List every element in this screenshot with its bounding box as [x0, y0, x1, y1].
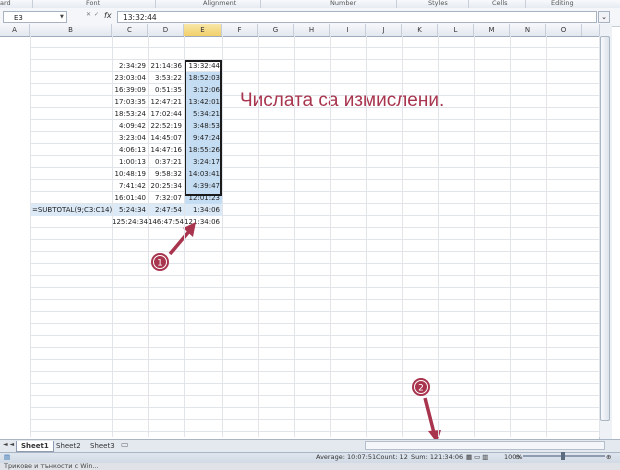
grid-line	[294, 36, 295, 437]
zoom-slider-thumb[interactable]	[561, 452, 565, 460]
status-count: Count: 12	[376, 453, 408, 461]
grid-line	[148, 36, 149, 437]
grid-line	[510, 36, 511, 437]
zoom-out-icon[interactable]: ⊖	[515, 453, 520, 461]
ready-icon: ▤	[4, 453, 11, 461]
annotation-arrows: 1 2	[151, 222, 441, 443]
marker-1-label: 1	[157, 259, 163, 269]
vertical-scroll-thumb[interactable]	[600, 36, 610, 421]
tab-sheet1[interactable]: Sheet1	[16, 441, 54, 452]
grid-line	[402, 36, 403, 437]
zoom-in-icon[interactable]: ⊕	[606, 453, 611, 461]
grid-line	[222, 36, 223, 437]
arrow-1: 1	[151, 222, 196, 271]
status-average: Average: 10:07:51	[316, 453, 377, 461]
grid-line	[258, 36, 259, 437]
marker-2-label: 2	[418, 384, 424, 394]
grid-line	[184, 36, 185, 437]
grid-line	[112, 36, 113, 437]
tab-sheet2[interactable]: Sheet2	[52, 441, 85, 451]
grid-line	[438, 36, 439, 437]
grid-line	[366, 36, 367, 437]
taskbar-item[interactable]: Трикове и тънкости с Win...	[4, 462, 99, 470]
grid-line	[330, 36, 331, 437]
grid-line	[474, 36, 475, 437]
status-sum: Sum: 121:34:06	[411, 453, 464, 461]
tab-sheet3[interactable]: Sheet3	[86, 441, 119, 451]
horizontal-scrollbar[interactable]	[365, 441, 605, 450]
grid-line	[599, 36, 600, 437]
insert-sheet-icon[interactable]: ▭	[121, 440, 129, 449]
grid-line	[546, 36, 547, 437]
grid-line	[30, 36, 31, 437]
arrow-2: 2	[412, 378, 441, 443]
view-buttons-icon[interactable]: ▦▭▥	[466, 453, 490, 461]
